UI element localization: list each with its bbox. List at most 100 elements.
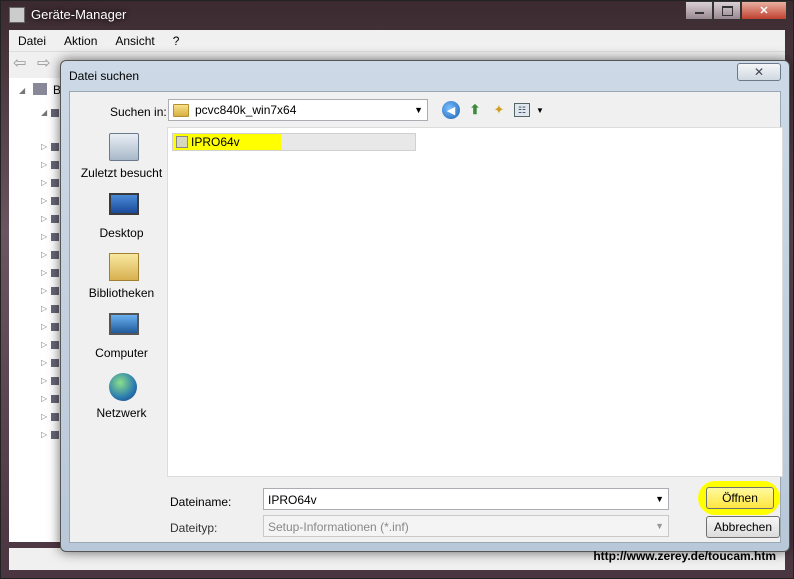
device-icon [51,215,59,223]
collapsed-arrow-icon: ◢ [41,108,48,117]
collapsed-arrow-icon: ▷ [41,322,48,331]
tree-node[interactable]: ▷ [39,286,59,296]
menu-ansicht[interactable]: Ansicht [106,34,163,48]
desktop-icon [109,193,139,215]
open-button[interactable]: Öffnen [706,487,774,509]
tree-node[interactable]: ▷ [39,178,59,188]
close-icon: ✕ [759,5,769,17]
file-list[interactable]: IPRO64v [167,127,783,477]
place-computer-label: Computer [95,346,148,360]
device-icon [51,395,59,403]
tree-node[interactable]: ▷ [39,304,59,314]
look-in-label: Suchen in: [110,105,167,119]
tree-node[interactable]: ▷ [39,394,59,404]
device-tree: ◢ B ◢ ▷ ▷ ▷ ▷ ▷ ▷ ▷ ▷ ▷ ▷ ▷ ▷ ▷ ▷ ▷ ▷ ▷ [9,78,63,542]
tree-node[interactable]: ▷ [39,430,59,440]
recent-places-icon [109,133,139,161]
tree-node[interactable]: ▷ [39,142,59,152]
collapsed-arrow-icon: ▷ [41,358,48,367]
collapsed-arrow-icon: ▷ [41,214,48,223]
tree-node[interactable]: ▷ [39,322,59,332]
place-computer[interactable]: Computer [75,313,168,369]
computer-node-icon [33,83,47,95]
device-icon [51,287,59,295]
collapsed-arrow-icon: ▷ [41,430,48,439]
tree-node[interactable]: ▷ [39,340,59,350]
collapsed-arrow-icon: ▷ [41,178,48,187]
folder-icon [173,103,189,117]
tree-node[interactable]: ▷ [39,214,59,224]
filename-input[interactable]: IPRO64v ▼ [263,488,669,510]
collapsed-arrow-icon: ▷ [41,142,48,151]
dialog-body: Suchen in: pcvc840k_win7x64 ▼ ◀ ⬆ ✦ ☷ ▼ … [69,91,783,543]
collapsed-arrow-icon: ▷ [41,376,48,385]
chevron-down-icon: ▼ [414,105,423,115]
tree-node[interactable]: ▷ [39,358,59,368]
dialog-title: Datei suchen [69,69,140,83]
filename-value: IPRO64v [268,493,317,507]
place-recent[interactable]: Zuletzt besucht [75,133,168,189]
close-icon: ✕ [753,65,765,79]
device-manager-title: Geräte-Manager [31,7,127,22]
tree-node[interactable]: ▷ [39,232,59,242]
tree-node[interactable]: ▷ [39,160,59,170]
collapsed-arrow-icon: ▷ [41,268,48,277]
menu-help[interactable]: ? [164,34,189,48]
tree-node[interactable]: ▷ [39,412,59,422]
view-menu-icon[interactable]: ☷ [514,103,530,117]
filetype-dropdown[interactable]: Setup-Informationen (*.inf) ▼ [263,515,669,537]
tree-node[interactable]: ▷ [39,196,59,206]
setup-information-file-icon [176,136,188,148]
network-icon [109,373,137,401]
device-icon [51,359,59,367]
forward-arrow-icon[interactable]: ⇨ [37,56,55,74]
back-icon[interactable]: ◀ [442,101,460,119]
dialog-close-button[interactable]: ✕ [737,63,781,81]
filetype-value: Setup-Informationen (*.inf) [268,520,409,534]
place-libraries[interactable]: Bibliotheken [75,253,168,309]
collapsed-arrow-icon: ▷ [41,340,48,349]
collapsed-arrow-icon: ▷ [41,160,48,169]
view-dropdown-arrow-icon[interactable]: ▼ [536,106,544,115]
watermark-url: http://www.zerey.de/toucam.htm [593,549,776,563]
device-icon [51,431,59,439]
look-in-value: pcvc840k_win7x64 [195,103,297,117]
place-network[interactable]: Netzwerk [75,373,168,429]
maximize-button[interactable] [713,1,741,20]
place-desktop-label: Desktop [99,226,144,240]
file-item[interactable]: IPRO64v [172,133,416,151]
collapsed-arrow-icon: ▷ [41,304,48,313]
tree-node[interactable]: ▷ [39,250,59,260]
close-window-button[interactable]: ✕ [741,1,787,20]
cancel-button[interactable]: Abbrechen [706,516,780,538]
tree-root-expander-icon[interactable]: ◢ [19,86,25,95]
device-icon [51,109,59,117]
device-icon [51,341,59,349]
window-controls: ✕ [685,1,787,21]
collapsed-arrow-icon: ▷ [41,394,48,403]
chevron-down-icon[interactable]: ▼ [655,494,664,504]
device-icon [51,197,59,205]
filename-label: Dateiname: [170,495,232,509]
file-name: IPRO64v [191,135,240,149]
libraries-icon [109,253,139,281]
device-icon [51,251,59,259]
menu-aktion[interactable]: Aktion [55,34,106,48]
look-in-dropdown[interactable]: pcvc840k_win7x64 ▼ [168,99,428,121]
tree-node[interactable]: ◢ [39,108,59,118]
back-arrow-icon[interactable]: ⇦ [13,56,31,74]
device-icon [51,413,59,421]
device-manager-titlebar: Geräte-Manager ✕ [1,1,793,29]
minimize-button[interactable] [685,1,713,20]
tree-node[interactable]: ▷ [39,268,59,278]
new-folder-icon[interactable]: ✦ [490,101,508,119]
filetype-label: Dateityp: [170,521,218,535]
device-icon [51,323,59,331]
device-icon [51,161,59,169]
place-desktop[interactable]: Desktop [75,193,168,249]
collapsed-arrow-icon: ▷ [41,196,48,205]
tree-node[interactable]: ▷ [39,376,59,386]
up-one-level-icon[interactable]: ⬆ [466,101,484,119]
dialog-toolbar: ◀ ⬆ ✦ ☷ ▼ [442,101,544,119]
menu-datei[interactable]: Datei [9,34,55,48]
